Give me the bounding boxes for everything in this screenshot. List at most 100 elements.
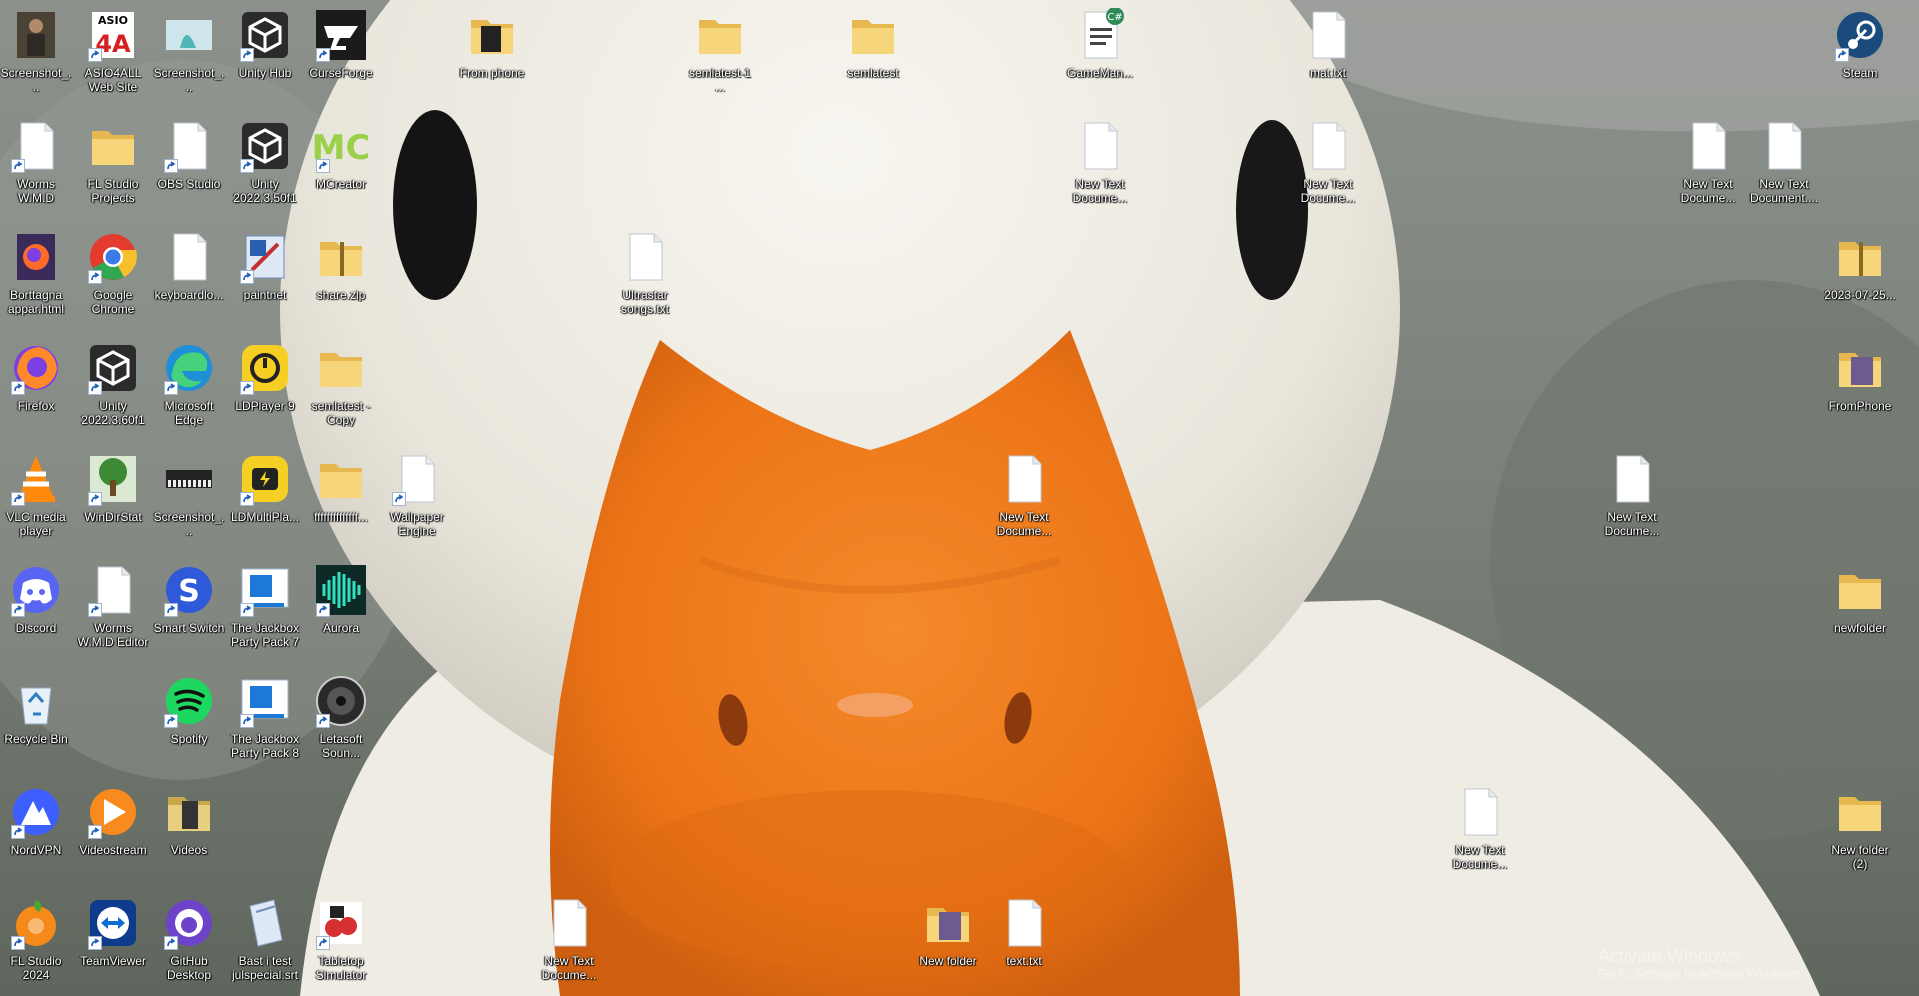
folder-icon <box>1833 785 1887 839</box>
desktop-icon-new-text-4[interactable]: New Text Document.... <box>1748 111 1820 219</box>
desktop-icon-ldmultiplayer[interactable]: LDMultiPla... <box>229 444 301 552</box>
desktop-icon-unity-2022-3-60f1[interactable]: Unity 2022.3.60f1 <box>77 333 149 441</box>
desktop-icon-new-text-2[interactable]: New Text Docume... <box>1292 111 1364 219</box>
desktop-icon-new-folder[interactable]: New folder <box>912 888 984 996</box>
desktop-icon-semlatest[interactable]: semlatest <box>837 0 909 108</box>
desktop-icon-asio4all[interactable]: ASIO 4A ASIO4ALL Web Site <box>77 0 149 108</box>
desktop-icon-tabletop-simulator[interactable]: Tabletop Simulator <box>305 888 377 996</box>
blank-icon <box>9 119 63 173</box>
desktop-icon-videostream[interactable]: Videostream <box>77 777 149 885</box>
desktop-icon-steam[interactable]: Steam <box>1824 0 1896 108</box>
tabletop-icon <box>314 896 368 950</box>
desktop-icon-screenshot-3[interactable]: Screenshot_... <box>153 444 225 552</box>
desktop-icon-firefox[interactable]: Firefox <box>0 333 72 441</box>
desktop-icon-windirstat[interactable]: WinDirStat <box>77 444 149 552</box>
desktop-icon-new-text-5[interactable]: New Text Docume... <box>988 444 1060 552</box>
desktop-icon-semlatest-1[interactable]: semlatest-1 ... <box>684 0 756 108</box>
desktop-icon-google-chrome[interactable]: Google Chrome <box>77 222 149 330</box>
desktop-icon-unity-hub[interactable]: Unity Hub <box>229 0 301 108</box>
desktop-icon-new-text-6[interactable]: New Text Docume... <box>1596 444 1668 552</box>
text-icon <box>1301 119 1355 173</box>
folder-icon <box>314 452 368 506</box>
desktop-icon-paintnet[interactable]: paintnet <box>229 222 301 330</box>
desktop-icon-borttagna-appar[interactable]: Borttagna appar.html <box>0 222 72 330</box>
asio-icon: ASIO 4A <box>86 8 140 62</box>
desktop-icon-text-txt[interactable]: text.txt <box>988 888 1060 996</box>
desktop-icon-label: New Text Docume... <box>1680 177 1736 205</box>
edge-icon <box>162 341 216 395</box>
desktop-icon-share-zip[interactable]: share.zip <box>305 222 377 330</box>
desktop-icon-screenshot-2[interactable]: Screenshot_... <box>153 0 225 108</box>
desktop-icon-label: The Jackbox Party Pack 8 <box>230 732 300 760</box>
desktop-icon-new-text-3[interactable]: New Text Docume... <box>1672 111 1744 219</box>
desktop-icon-label: GameMan... <box>1066 66 1134 80</box>
desktop-icon-bast-i-test[interactable]: Bast i test julspecial.srt <box>229 888 301 996</box>
desktop-icon-keyboardlo[interactable]: keyboardlo... <box>153 222 225 330</box>
desktop-icon-new-text-7[interactable]: New Text Docume... <box>1444 777 1516 885</box>
jackbox-icon <box>238 674 292 728</box>
desktop-icon-teamviewer[interactable]: TeamViewer <box>77 888 149 996</box>
desktop-icon-new-text-8[interactable]: New Text Docume... <box>533 888 605 996</box>
desktop-icon-nordvpn[interactable]: NordVPN <box>0 777 72 885</box>
desktop-icon-spotify[interactable]: Spotify <box>153 666 225 774</box>
desktop-icon-worms-wmd[interactable]: Worms W.M.D <box>0 111 72 219</box>
text-icon <box>162 230 216 284</box>
desktop-icon-new-folder-2[interactable]: New folder (2) <box>1824 777 1896 885</box>
desktop-icon-screenshot-1[interactable]: Screenshot_... <box>0 0 72 108</box>
desktop-icon-microsoft-edge[interactable]: Microsoft Edge <box>153 333 225 441</box>
desktop-icon-label: Unity Hub <box>238 66 292 80</box>
desktop-icon-wallpaper-engine[interactable]: Wallpaper Engine <box>381 444 453 552</box>
desktop-icon-gamemanager[interactable]: C# GameMan... <box>1064 0 1136 108</box>
desktop-icon-vlc[interactable]: VLC media player <box>0 444 72 552</box>
desktop-icon-fl-studio-2024[interactable]: FL Studio 2024 <box>0 888 72 996</box>
firefox-icon <box>9 341 63 395</box>
desktop-icon-discord[interactable]: Discord <box>0 555 72 663</box>
shortcut-arrow-icon <box>316 714 330 728</box>
shortcut-arrow-icon <box>392 492 406 506</box>
desktop-icon-fl-studio-projects[interactable]: FL Studio Projects <box>77 111 149 219</box>
desktop-icon-letasoft[interactable]: Letasoft Soun... <box>305 666 377 774</box>
desktop-icon-label: Aurora <box>322 621 360 635</box>
desktop-icon-label: mat.txt <box>1309 66 1346 80</box>
text-icon <box>1757 119 1811 173</box>
desktop-icon-jackbox-7[interactable]: The Jackbox Party Pack 7 <box>229 555 301 663</box>
desktop-icon-obs-studio[interactable]: OBS Studio <box>153 111 225 219</box>
desktop-icon-newfolder-lower[interactable]: newfolder <box>1824 555 1896 663</box>
desktop-icon-videos[interactable]: Videos <box>153 777 225 885</box>
desktop-icon-unity-2022-3-50f1[interactable]: Unity 2022.3.50f1 <box>229 111 301 219</box>
paintnet-icon <box>238 230 292 284</box>
folder-icon <box>846 8 900 62</box>
desktop-icon-semlatest-copy[interactable]: semlatest - Copy <box>305 333 377 441</box>
desktop-icon-label: Screenshot_... <box>0 66 72 94</box>
desktop-icon-from-phone[interactable]: From phone <box>456 0 528 108</box>
desktop-icon-recycle-bin[interactable]: Recycle Bin <box>0 666 72 774</box>
desktop-icon-mcreator[interactable]: MC MCreator <box>305 111 377 219</box>
desktop-icon-github-desktop[interactable]: GitHub Desktop <box>153 888 225 996</box>
desktop-icon-ffff[interactable]: ffffffffffffff... <box>305 444 377 552</box>
desktop-icon-new-text-1[interactable]: New Text Docume... <box>1064 111 1136 219</box>
folder-icon <box>86 119 140 173</box>
folder-dark-icon <box>465 8 519 62</box>
desktop-icon-mat-txt[interactable]: mat.txt <box>1292 0 1364 108</box>
photo-anime-icon <box>162 8 216 62</box>
watermark-title: Activate Windows <box>1598 946 1741 966</box>
desktop-icon-aurora[interactable]: Aurora <box>305 555 377 663</box>
desktop-icon-date-zip[interactable]: 2023-07-25... <box>1824 222 1896 330</box>
desktop-icon-smart-switch[interactable]: S Smart Switch <box>153 555 225 663</box>
desktop-icon-ultrastar-songs[interactable]: Ultrastar songs.txt <box>609 222 681 330</box>
text-icon <box>1301 8 1355 62</box>
desktop-icon-fromphone[interactable]: FromPhone <box>1824 333 1896 441</box>
blank-icon <box>86 563 140 617</box>
desktop-icon-label: Unity 2022.3.60f1 <box>81 399 145 427</box>
unity-icon <box>238 119 292 173</box>
shortcut-arrow-icon <box>240 381 254 395</box>
text-icon <box>997 896 1051 950</box>
shortcut-arrow-icon <box>11 381 25 395</box>
desktop-icon-worms-editor[interactable]: Worms W.M.D Editor <box>77 555 149 663</box>
desktop-icon-ldplayer9[interactable]: LDPlayer 9 <box>229 333 301 441</box>
shortcut-arrow-icon <box>88 48 102 62</box>
desktop-icon-curseforge[interactable]: CurseForge <box>305 0 377 108</box>
tree-icon <box>86 452 140 506</box>
desktop-icon-jackbox-8[interactable]: The Jackbox Party Pack 8 <box>229 666 301 774</box>
desktop-icon-label: MCreator <box>315 177 366 191</box>
